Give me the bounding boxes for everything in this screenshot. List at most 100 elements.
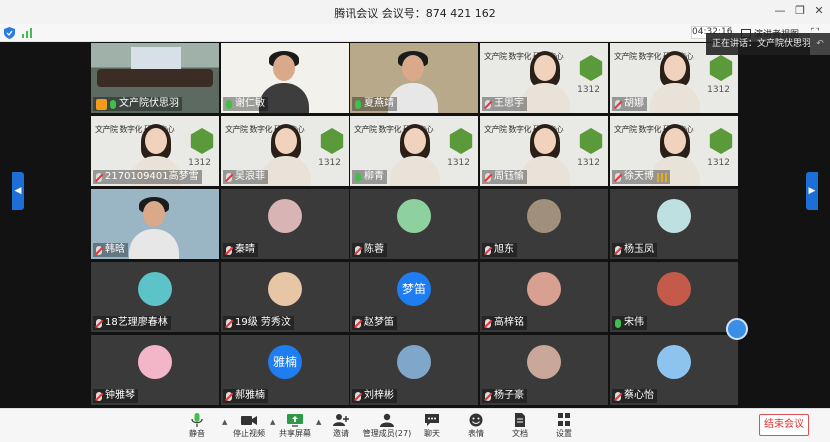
minimize-button[interactable]: — bbox=[772, 3, 788, 19]
microphone-muted-icon bbox=[485, 245, 491, 255]
participant-tile[interactable]: 19级 劳秀汶 bbox=[221, 262, 349, 332]
participant-name: 夏燕靖 bbox=[364, 98, 394, 109]
avatar bbox=[657, 199, 691, 233]
stop-video-label: 停止视频 bbox=[233, 429, 265, 438]
emoji-button[interactable]: 表情 bbox=[453, 412, 499, 442]
settings-label: 设置 bbox=[556, 429, 572, 438]
participant-name: 郝雅楠 bbox=[235, 390, 265, 401]
microphone-icon bbox=[189, 412, 205, 427]
participant-tile[interactable]: 文产院伏思羽 bbox=[91, 43, 219, 113]
participant-name-label: 旭东 bbox=[482, 243, 517, 257]
participant-name-label: 秦晴 bbox=[223, 243, 258, 257]
participant-tile[interactable]: 杨玉凤 bbox=[610, 189, 738, 259]
logo-hexagon-icon bbox=[709, 128, 733, 154]
avatar bbox=[527, 345, 561, 379]
restore-button[interactable]: ❐ bbox=[792, 3, 808, 19]
participant-name: 杨子豪 bbox=[494, 390, 524, 401]
avatar bbox=[397, 345, 431, 379]
participant-tile[interactable]: 文产院 数字化 研究中心 1312 吴浪菲 bbox=[221, 116, 349, 186]
participant-name: 刘梓彬 bbox=[364, 390, 394, 401]
avatar bbox=[268, 272, 302, 306]
participant-name-label: 蔡心怡 bbox=[612, 389, 657, 403]
participant-name-label: 18艺理廖春林 bbox=[93, 316, 171, 330]
settings-button[interactable]: 设置 bbox=[541, 412, 587, 442]
participant-tile[interactable]: 陈蓉 bbox=[350, 189, 478, 259]
participant-tile[interactable]: 韩晗 bbox=[91, 189, 219, 259]
participant-name-label: 韩晗 bbox=[93, 243, 128, 257]
speaking-text: 正在讲话：文产院伏思羽... bbox=[712, 39, 820, 49]
microphone-muted-icon bbox=[485, 172, 491, 182]
participant-tile[interactable]: 高梓铭 bbox=[480, 262, 608, 332]
microphone-muted-icon bbox=[226, 172, 232, 182]
shield-icon[interactable] bbox=[4, 27, 15, 39]
participant-name-label: 杨玉凤 bbox=[612, 243, 657, 257]
video-person bbox=[520, 51, 570, 113]
microphone-muted-icon bbox=[96, 245, 102, 255]
end-meeting-button[interactable]: 结束会议 bbox=[759, 414, 809, 436]
participant-name: 2170109401高梦雪 bbox=[105, 171, 199, 182]
microphone-muted-icon bbox=[355, 245, 361, 255]
participant-name-label: 杨子豪 bbox=[482, 389, 527, 403]
participant-name: 旭东 bbox=[494, 244, 514, 255]
microphone-icon bbox=[226, 99, 232, 109]
title-bar: 腾讯会议 会议号：874 421 162 — ❐ ✕ bbox=[0, 0, 830, 24]
participant-tile[interactable]: 宋伟 bbox=[610, 262, 738, 332]
participant-name: 陈蓉 bbox=[364, 244, 384, 255]
participant-name: 柳青 bbox=[364, 171, 384, 182]
participant-name-label: 郝雅楠 bbox=[223, 389, 268, 403]
invite-label: 邀请 bbox=[333, 429, 349, 438]
participant-tile[interactable]: 钟雅琴 bbox=[91, 335, 219, 405]
participant-tile[interactable]: 文产院 数字化 研究中心 1312 柳青 bbox=[350, 116, 478, 186]
mute-label: 静音 bbox=[189, 429, 205, 438]
participant-tile[interactable]: 蔡心怡 bbox=[610, 335, 738, 405]
participant-tile[interactable]: 旭东 bbox=[480, 189, 608, 259]
avatar bbox=[138, 272, 172, 306]
chevron-right-icon: ▶ bbox=[808, 186, 816, 196]
participant-tile[interactable]: 秦晴 bbox=[221, 189, 349, 259]
logo-hexagon-icon bbox=[579, 55, 603, 81]
participant-tile[interactable]: 夏燕靖 bbox=[350, 43, 478, 113]
documents-button[interactable]: 文档 bbox=[497, 412, 543, 442]
participant-tile[interactable]: 文产院 数字化 研究中心 1312 2170109401高梦雪 bbox=[91, 116, 219, 186]
participant-name: 赵梦笛 bbox=[364, 317, 394, 328]
manage-members-button[interactable]: 管理成员(27) bbox=[362, 412, 412, 442]
floating-assistant-icon[interactable] bbox=[726, 318, 748, 340]
stop-video-button[interactable]: 停止视频 bbox=[226, 412, 272, 442]
collapse-icon[interactable]: ↶ bbox=[810, 33, 830, 55]
manage-members-label: 管理成员(27) bbox=[362, 429, 412, 438]
microphone-muted-icon bbox=[355, 391, 361, 401]
microphone-muted-icon bbox=[96, 318, 102, 328]
participant-tile[interactable]: 文产院 数字化 研究中心 1312 周钰愉 bbox=[480, 116, 608, 186]
video-grid: 文产院伏思羽 谢仁敏 夏燕靖 文产院 数字化 研究中心 1312 王思宇 文产院 数字化 研… bbox=[0, 42, 830, 408]
speaking-indicator[interactable]: 正在讲话：文产院伏思羽... ↶ bbox=[706, 33, 830, 55]
participant-name-label: 谢仁敏 bbox=[223, 97, 268, 111]
signal-icon[interactable] bbox=[22, 28, 32, 38]
chevron-left-icon: ◀ bbox=[14, 186, 22, 196]
participant-name: 韩晗 bbox=[105, 244, 125, 255]
mute-button[interactable]: 静音 bbox=[174, 412, 220, 442]
participant-tile[interactable]: 杨子豪 bbox=[480, 335, 608, 405]
invite-icon bbox=[333, 412, 349, 426]
logo-hexagon-icon bbox=[579, 128, 603, 154]
video-person bbox=[390, 124, 440, 186]
invite-button[interactable]: 邀请 bbox=[318, 412, 364, 442]
logo-hexagon-icon bbox=[449, 128, 473, 154]
logo-hexagon-icon bbox=[190, 128, 214, 154]
microphone-muted-icon bbox=[96, 391, 102, 401]
participant-name-label: 吴浪菲 bbox=[223, 170, 268, 184]
members-icon bbox=[379, 412, 395, 427]
next-page-button[interactable]: ▶ bbox=[806, 172, 818, 210]
share-screen-button[interactable]: 共享屏幕 bbox=[272, 412, 318, 442]
participant-name: 19级 劳秀汶 bbox=[235, 317, 291, 328]
participant-tile[interactable]: 刘梓彬 bbox=[350, 335, 478, 405]
participant-tile[interactable]: 文产院 数字化 研究中心 1312 王思宇 bbox=[480, 43, 608, 113]
participant-tile[interactable]: 谢仁敏 bbox=[221, 43, 349, 113]
prev-page-button[interactable]: ◀ bbox=[12, 172, 24, 210]
participant-tile[interactable]: 文产院 数字化 研究中心 1312 徐天博 bbox=[610, 116, 738, 186]
participant-tile[interactable]: 梦笛 赵梦笛 bbox=[350, 262, 478, 332]
participant-tile[interactable]: 18艺理廖春林 bbox=[91, 262, 219, 332]
close-button[interactable]: ✕ bbox=[811, 3, 827, 19]
chat-button[interactable]: 聊天 bbox=[409, 412, 455, 442]
logo-label: 1312 bbox=[318, 158, 341, 168]
participant-tile[interactable]: 雅楠 郝雅楠 bbox=[221, 335, 349, 405]
